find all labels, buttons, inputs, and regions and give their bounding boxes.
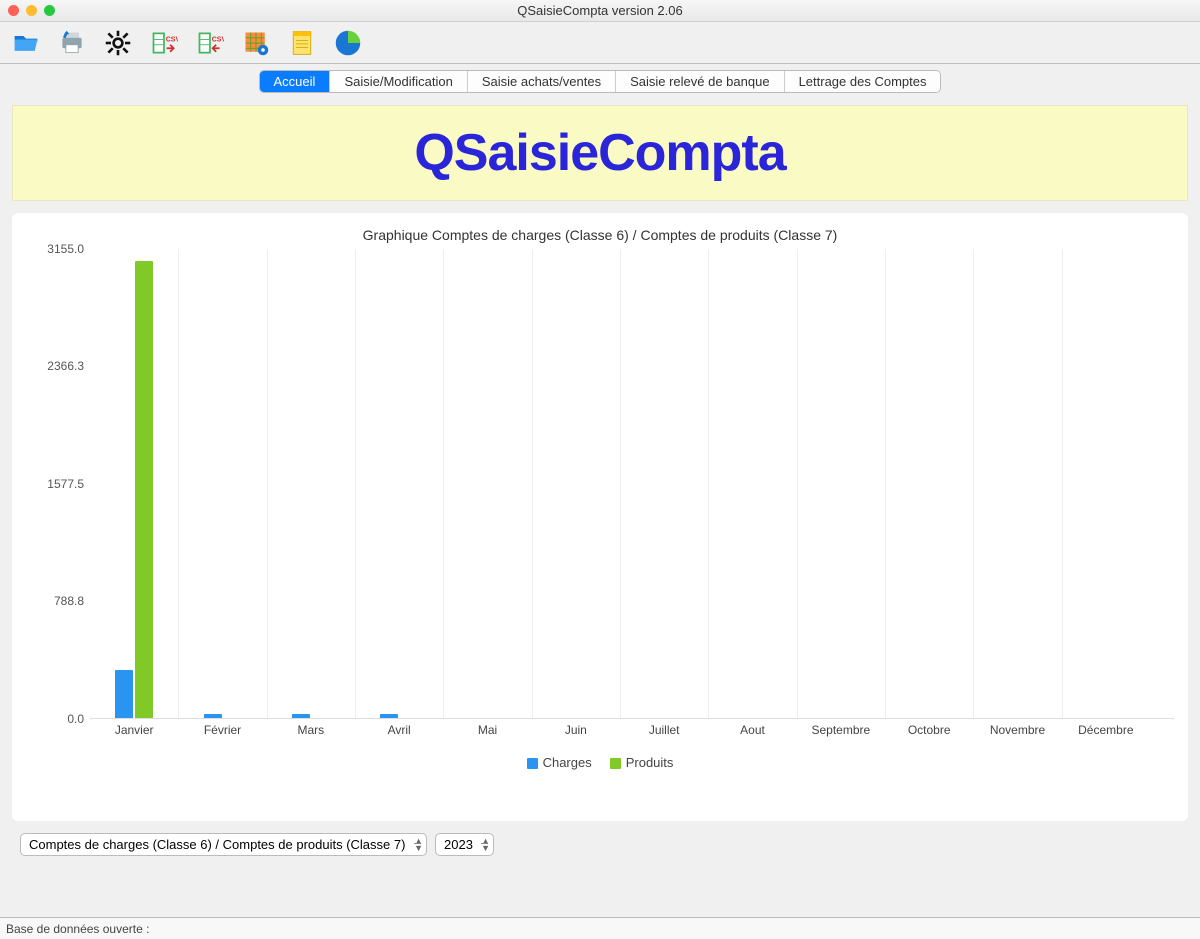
settings-button[interactable] xyxy=(102,27,134,59)
svg-text:CSV: CSV xyxy=(166,36,178,43)
x-tick-label: Février xyxy=(189,723,257,737)
export-csv-button[interactable]: CSV xyxy=(194,27,226,59)
legend-item-charges: Charges xyxy=(527,755,592,770)
x-tick-label: Aout xyxy=(719,723,787,737)
pie-chart-button[interactable] xyxy=(332,27,364,59)
zoom-window-button[interactable] xyxy=(44,5,55,16)
tab-group: AccueilSaisie/ModificationSaisie achats/… xyxy=(259,70,942,93)
tab-saisie-modification[interactable]: Saisie/Modification xyxy=(330,71,467,92)
chart-legend: Charges Produits xyxy=(26,755,1174,770)
chart-controls: Comptes de charges (Classe 6) / Comptes … xyxy=(12,833,1188,864)
chart-plot-area: 0.0788.81577.52366.33155.0 xyxy=(90,249,1174,719)
grid-settings-button[interactable] xyxy=(240,27,272,59)
bar-group xyxy=(277,714,345,718)
x-tick-label: Juin xyxy=(542,723,610,737)
x-tick-label: Novembre xyxy=(984,723,1052,737)
app-title: QSaisieCompta xyxy=(414,123,785,183)
x-tick-label: Juillet xyxy=(630,723,698,737)
chart-type-select[interactable]: Comptes de charges (Classe 6) / Comptes … xyxy=(20,833,427,856)
x-tick-label: Octobre xyxy=(895,723,963,737)
legend-item-produits: Produits xyxy=(610,755,674,770)
x-tick-label: Septembre xyxy=(807,723,875,737)
tab-lettrage-des-comptes[interactable]: Lettrage des Comptes xyxy=(785,71,941,92)
tab-saisie-relev-de-banque[interactable]: Saisie relevé de banque xyxy=(616,71,785,92)
x-tick-label: Décembre xyxy=(1072,723,1140,737)
legend-swatch-produits xyxy=(610,758,621,769)
tab-bar: AccueilSaisie/ModificationSaisie achats/… xyxy=(0,64,1200,95)
y-tick-label: 0.0 xyxy=(67,712,90,726)
bar-group xyxy=(365,714,433,718)
bar-charges xyxy=(115,670,133,718)
bar-charges xyxy=(292,714,310,718)
legend-label-charges: Charges xyxy=(543,755,592,770)
status-bar: Base de données ouverte : xyxy=(0,917,1200,939)
y-tick-label: 1577.5 xyxy=(47,477,90,491)
main-content: QSaisieCompta Graphique Comptes de charg… xyxy=(0,95,1200,916)
banner: QSaisieCompta xyxy=(12,105,1188,201)
close-window-button[interactable] xyxy=(8,5,19,16)
year-select[interactable]: 2023 xyxy=(435,833,494,856)
bar-group xyxy=(100,261,168,718)
window-titlebar: QSaisieCompta version 2.06 xyxy=(0,0,1200,22)
bar-produits xyxy=(135,261,153,718)
y-tick-label: 788.8 xyxy=(54,594,90,608)
bar-charges xyxy=(204,714,222,718)
legend-label-produits: Produits xyxy=(626,755,674,770)
toolbar: CSV CSV xyxy=(0,22,1200,64)
y-tick-label: 3155.0 xyxy=(47,242,90,256)
x-tick-label: Mars xyxy=(277,723,345,737)
window-title: QSaisieCompta version 2.06 xyxy=(517,3,682,18)
open-file-button[interactable] xyxy=(10,27,42,59)
x-tick-label: Avril xyxy=(365,723,433,737)
x-tick-label: Janvier xyxy=(100,723,168,737)
tab-accueil[interactable]: Accueil xyxy=(260,71,331,92)
x-tick-label: Mai xyxy=(454,723,522,737)
bar-charges xyxy=(380,714,398,718)
print-button[interactable] xyxy=(56,27,88,59)
svg-text:CSV: CSV xyxy=(212,36,224,43)
select-stepper-icon: ▲▼ xyxy=(414,838,423,852)
window-controls xyxy=(8,5,55,16)
legend-swatch-charges xyxy=(527,758,538,769)
minimize-window-button[interactable] xyxy=(26,5,37,16)
y-tick-label: 2366.3 xyxy=(47,359,90,373)
bar-group xyxy=(189,714,257,718)
report-button[interactable] xyxy=(286,27,318,59)
select-stepper-icon: ▲▼ xyxy=(481,838,490,852)
status-text: Base de données ouverte : xyxy=(6,922,149,936)
tab-saisie-achats-ventes[interactable]: Saisie achats/ventes xyxy=(468,71,616,92)
chart-title: Graphique Comptes de charges (Classe 6) … xyxy=(26,227,1174,243)
chart-panel: Graphique Comptes de charges (Classe 6) … xyxy=(12,213,1188,821)
import-csv-button[interactable]: CSV xyxy=(148,27,180,59)
